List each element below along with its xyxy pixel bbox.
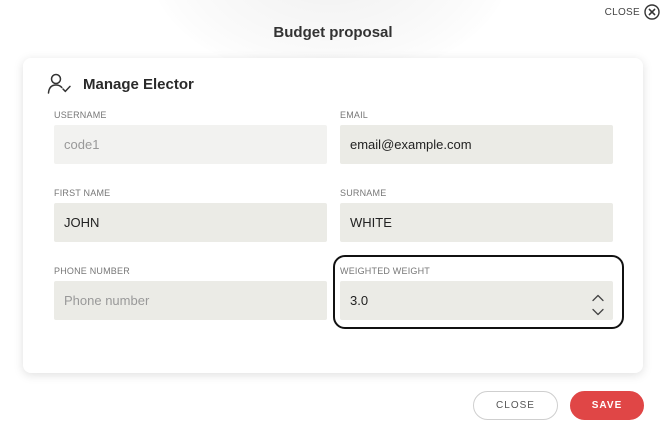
first-name-value: JOHN bbox=[64, 215, 100, 230]
email-input[interactable]: email@example.com bbox=[340, 125, 613, 164]
phone-number-input[interactable]: Phone number bbox=[54, 281, 327, 320]
close-button[interactable]: CLOSE bbox=[473, 391, 558, 420]
surname-value: WHITE bbox=[350, 215, 392, 230]
weighted-weight-input[interactable]: 3.0 bbox=[340, 281, 613, 320]
email-field: EMAIL email@example.com bbox=[340, 108, 613, 164]
user-check-icon bbox=[47, 72, 73, 96]
card-header: Manage Elector bbox=[47, 72, 194, 96]
surname-label: SURNAME bbox=[340, 188, 387, 198]
weight-stepper[interactable] bbox=[591, 290, 605, 315]
card-title: Manage Elector bbox=[83, 75, 194, 93]
phone-number-label: PHONE NUMBER bbox=[54, 266, 130, 276]
username-field: USERNAME code1 bbox=[54, 108, 327, 164]
chevron-down-icon[interactable] bbox=[591, 304, 605, 315]
surname-field: SURNAME WHITE bbox=[340, 186, 613, 242]
phone-number-field: PHONE NUMBER Phone number bbox=[54, 264, 327, 320]
username-value: code1 bbox=[64, 137, 100, 152]
email-value: email@example.com bbox=[350, 137, 472, 152]
close-modal-label: CLOSE bbox=[604, 6, 640, 18]
close-circle-icon[interactable] bbox=[644, 4, 660, 20]
email-label: EMAIL bbox=[340, 110, 369, 120]
phone-number-placeholder: Phone number bbox=[64, 293, 150, 308]
modal-title: Budget proposal bbox=[273, 24, 393, 41]
username-label: USERNAME bbox=[54, 110, 107, 120]
chevron-up-icon[interactable] bbox=[591, 290, 605, 301]
weighted-weight-label: WEIGHTED WEIGHT bbox=[340, 266, 430, 276]
weighted-weight-value: 3.0 bbox=[350, 293, 369, 308]
username-input[interactable]: code1 bbox=[54, 125, 327, 164]
close-modal-link[interactable]: CLOSE bbox=[605, 4, 660, 20]
first-name-input[interactable]: JOHN bbox=[54, 203, 327, 242]
save-button[interactable]: SAVE bbox=[570, 391, 644, 420]
weighted-weight-field: WEIGHTED WEIGHT 3.0 bbox=[340, 264, 613, 320]
surname-input[interactable]: WHITE bbox=[340, 203, 613, 242]
first-name-field: FIRST NAME JOHN bbox=[54, 186, 327, 242]
first-name-label: FIRST NAME bbox=[54, 188, 111, 198]
manage-elector-card: Manage Elector USERNAME code1 EMAIL emai… bbox=[23, 58, 643, 373]
